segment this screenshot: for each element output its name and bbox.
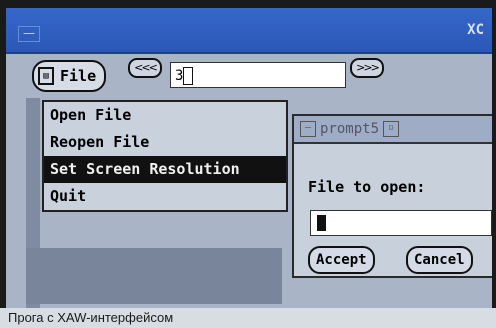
menu-item-reopen-file[interactable]: Reopen File	[44, 129, 286, 156]
prompt-iconify-icon[interactable]: ▫	[383, 121, 400, 137]
menu-item-set-screen-resolution[interactable]: Set Screen Resolution	[44, 156, 286, 183]
text-entry-field[interactable]: 3	[170, 62, 346, 88]
screenshot-area: — XC ▤ File <<< 3 >>> Open File Reopen F…	[6, 8, 492, 308]
text-entry-value: 3	[175, 68, 184, 84]
cancel-button[interactable]: Cancel	[406, 246, 473, 274]
window-titlebar: — XC	[6, 8, 492, 54]
window-title: XC	[467, 22, 484, 38]
toolbar: ▤ File <<< 3 >>>	[6, 54, 492, 94]
prompt-titlebar: — prompt5 ▫	[294, 116, 492, 144]
file-icon: ▤	[38, 67, 54, 85]
accept-button[interactable]: Accept	[308, 246, 375, 274]
window-menu-button[interactable]: —	[18, 26, 40, 42]
menu-item-quit[interactable]: Quit	[44, 183, 286, 210]
scroll-left-button[interactable]: <<<	[128, 58, 162, 78]
text-cursor	[317, 215, 326, 231]
scroll-right-button[interactable]: >>>	[350, 58, 384, 78]
background-panel	[26, 248, 282, 304]
menu-item-open-file[interactable]: Open File	[44, 102, 286, 129]
file-dropdown-menu: Open File Reopen File Set Screen Resolut…	[42, 100, 288, 212]
prompt-label: File to open:	[308, 178, 426, 196]
prompt-file-input[interactable]	[310, 210, 492, 236]
prompt-title: prompt5	[320, 121, 380, 137]
file-menu-label: File	[60, 67, 97, 85]
file-menu-button[interactable]: ▤ File	[32, 60, 107, 92]
image-caption: Прога с XAW-интерфейсом	[0, 308, 496, 328]
text-cursor	[183, 67, 194, 85]
prompt-menu-icon[interactable]: —	[300, 121, 316, 137]
prompt-dialog: — prompt5 ▫ File to open: Accept Cancel	[292, 114, 492, 278]
